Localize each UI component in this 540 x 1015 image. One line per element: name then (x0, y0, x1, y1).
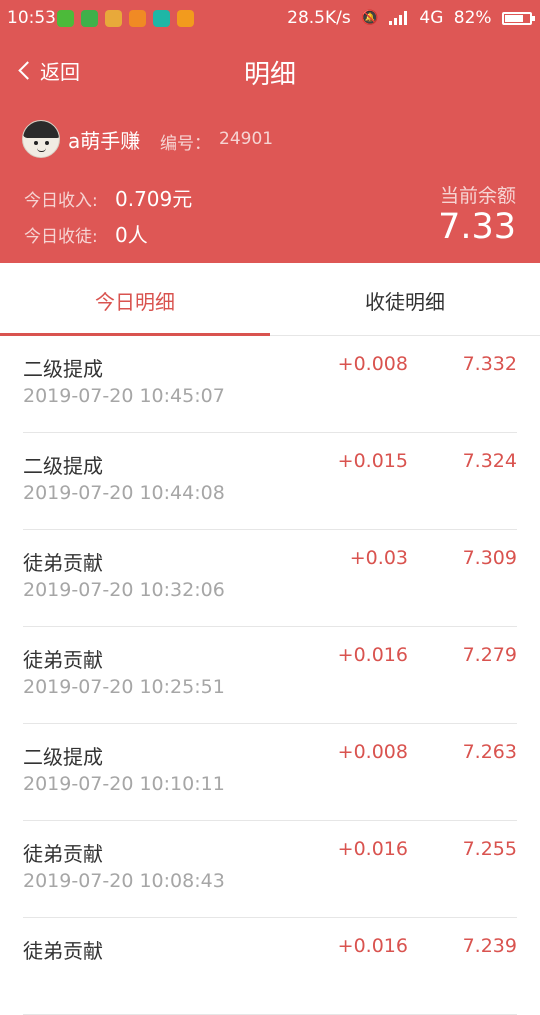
record-amount: +0.03 (349, 547, 408, 569)
record-balance: 7.309 (462, 547, 517, 569)
list-item: 徒弟贡献 2019-07-20 10:25:51 +0.016 7.279 (0, 627, 540, 724)
record-balance: 7.324 (462, 450, 517, 472)
page-title: 明细 (243, 60, 296, 90)
app-icon-2 (81, 10, 98, 27)
today-recruits-value: 0人 (115, 223, 148, 247)
battery-level (505, 14, 523, 22)
net-speed: 28.5K/s (287, 8, 351, 28)
status-right: 28.5K/s 🔕 4G 82% (282, 8, 535, 28)
record-amount: +0.015 (337, 450, 408, 472)
record-type: 二级提成 (23, 357, 103, 381)
network-type: 4G (419, 8, 444, 28)
list-item: 徒弟贡献 2019-07-20 10:32:06 +0.03 7.309 (0, 530, 540, 627)
record-type: 二级提成 (23, 745, 103, 769)
user-id: 24901 (219, 129, 274, 149)
app-icon-4 (129, 10, 146, 27)
notification-app-icons (57, 10, 201, 30)
app-icon-6 (177, 10, 194, 27)
tab-today-details[interactable]: 今日明细 (0, 263, 270, 335)
record-balance: 7.255 (462, 838, 517, 860)
record-list: 二级提成 2019-07-20 10:45:07 +0.008 7.332 二级提成 20… (0, 336, 540, 1015)
record-balance: 7.239 (462, 935, 517, 957)
today-recruits-label: 今日收徒: (24, 227, 98, 247)
record-time: 2019-07-20 10:25:51 (23, 676, 225, 698)
app-icon-5 (153, 10, 170, 27)
list-item: 二级提成 2019-07-20 10:44:08 +0.015 7.324 (0, 433, 540, 530)
user-name: a萌手赚 (68, 129, 141, 153)
app-icon-3 (105, 10, 122, 27)
tab-recruit-details[interactable]: 收徒明细 (270, 263, 540, 335)
status-bar: 10:53 28.5K/s 🔕 4G 82% (0, 0, 540, 36)
record-balance: 7.332 (462, 353, 517, 375)
list-item: 徒弟贡献 +0.016 7.239 (0, 918, 540, 1015)
balance-label: 当前余额 (439, 185, 516, 207)
today-income-label: 今日收入: (24, 191, 98, 211)
battery-icon (502, 11, 535, 25)
today-income-value: 0.709元 (115, 187, 193, 211)
record-type: 徒弟贡献 (23, 648, 103, 672)
status-time: 10:53 (7, 8, 56, 28)
record-amount: +0.008 (337, 353, 408, 375)
battery-percent: 82% (453, 8, 492, 28)
balance-value: 7.33 (438, 207, 516, 247)
record-amount: +0.016 (337, 935, 408, 957)
list-item: 二级提成 2019-07-20 10:45:07 +0.008 7.332 (0, 336, 540, 433)
record-time: 2019-07-20 10:10:11 (23, 773, 225, 795)
user-id-label: 编号： (160, 134, 211, 154)
record-amount: +0.008 (337, 741, 408, 763)
record-time: 2019-07-20 10:32:06 (23, 579, 225, 601)
record-type: 徒弟贡献 (23, 842, 103, 866)
record-time: 2019-07-20 10:08:43 (23, 870, 225, 892)
tab-bar: 今日明细 收徒明细 (0, 263, 540, 336)
record-time: 2019-07-20 10:44:08 (23, 482, 225, 504)
record-balance: 7.263 (462, 741, 517, 763)
signal-icon (388, 10, 409, 26)
record-type: 二级提成 (23, 454, 103, 478)
record-amount: +0.016 (337, 838, 408, 860)
bell-muted-icon: 🔕 (361, 10, 379, 26)
list-item: 徒弟贡献 2019-07-20 10:08:43 +0.016 7.255 (0, 821, 540, 918)
list-item: 二级提成 2019-07-20 10:10:11 +0.008 7.263 (0, 724, 540, 821)
avatar (22, 120, 60, 158)
record-amount: +0.016 (337, 644, 408, 666)
record-balance: 7.279 (462, 644, 517, 666)
record-type: 徒弟贡献 (23, 551, 103, 575)
wechat-icon (57, 10, 74, 27)
record-time: 2019-07-20 10:45:07 (23, 385, 225, 407)
